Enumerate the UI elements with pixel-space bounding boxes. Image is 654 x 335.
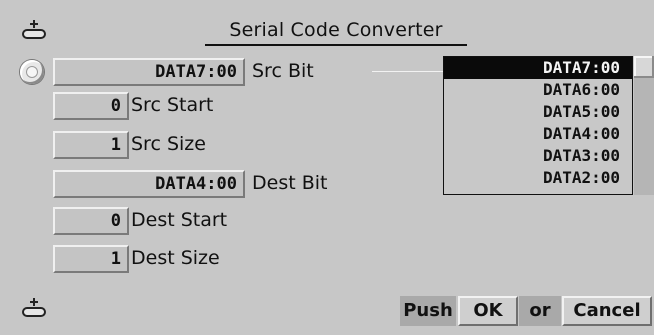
dest-size-field[interactable]: 1 [53, 245, 129, 273]
src-start-label: Src Start [131, 94, 214, 116]
dest-start-field[interactable]: 0 [53, 207, 129, 235]
dialog-title: Serial Code Converter [205, 18, 467, 46]
dest-bit-field[interactable]: DATA4:00 [53, 170, 245, 198]
list-item[interactable]: DATA2:00 [444, 167, 632, 189]
src-size-field[interactable]: 1 [53, 131, 129, 159]
src-bit-label: Src Bit [252, 60, 314, 82]
list-item[interactable]: DATA6:00 [444, 79, 632, 101]
dest-size-label: Dest Size [131, 247, 220, 269]
push-label: Push [400, 296, 456, 326]
src-size-label: Src Size [131, 133, 206, 155]
connector-line [372, 71, 446, 72]
dest-bit-label: Dest Bit [252, 172, 328, 194]
scrollbar-thumb[interactable] [634, 56, 654, 78]
dest-start-label: Dest Start [131, 209, 228, 231]
list-scrollbar[interactable] [634, 56, 654, 195]
serial-code-converter-dialog: Serial Code Converter DATA7:00 Src Bit 0… [0, 0, 654, 335]
data-list[interactable]: DATA7:00 DATA6:00 DATA5:00 DATA4:00 DATA… [443, 56, 633, 195]
list-item[interactable]: DATA3:00 [444, 145, 632, 167]
src-start-field[interactable]: 0 [53, 92, 129, 120]
scrollbar-track[interactable] [634, 78, 654, 195]
list-item[interactable]: DATA5:00 [444, 101, 632, 123]
radio-icon[interactable] [20, 60, 44, 84]
ok-button[interactable]: OK [458, 296, 518, 326]
pin-icon[interactable] [22, 20, 46, 42]
list-item[interactable]: DATA4:00 [444, 123, 632, 145]
or-label: or [519, 296, 561, 326]
cancel-button[interactable]: Cancel [562, 296, 652, 326]
list-item[interactable]: DATA7:00 [444, 57, 632, 79]
pin-icon[interactable] [22, 298, 46, 320]
src-bit-field[interactable]: DATA7:00 [53, 58, 245, 86]
